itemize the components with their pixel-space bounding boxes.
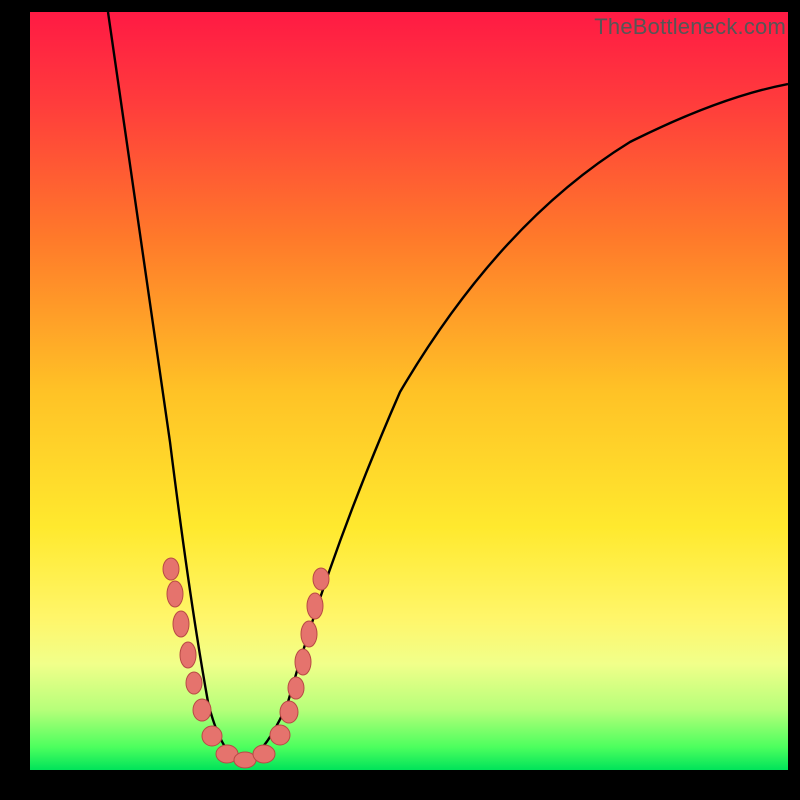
- data-marker: [307, 593, 323, 619]
- data-marker: [313, 568, 329, 590]
- data-marker: [301, 621, 317, 647]
- gradient-background: [30, 12, 788, 770]
- data-marker: [186, 672, 202, 694]
- data-marker: [270, 725, 290, 745]
- data-marker: [295, 649, 311, 675]
- chart-frame: TheBottleneck.com: [0, 0, 800, 800]
- chart-svg: [30, 12, 788, 770]
- data-marker: [288, 677, 304, 699]
- data-marker: [167, 581, 183, 607]
- data-marker: [163, 558, 179, 580]
- watermark-text: TheBottleneck.com: [594, 14, 786, 40]
- data-marker: [173, 611, 189, 637]
- data-marker: [253, 745, 275, 763]
- data-marker: [180, 642, 196, 668]
- data-marker: [193, 699, 211, 721]
- data-marker: [202, 726, 222, 746]
- data-marker: [280, 701, 298, 723]
- plot-area: [30, 12, 788, 770]
